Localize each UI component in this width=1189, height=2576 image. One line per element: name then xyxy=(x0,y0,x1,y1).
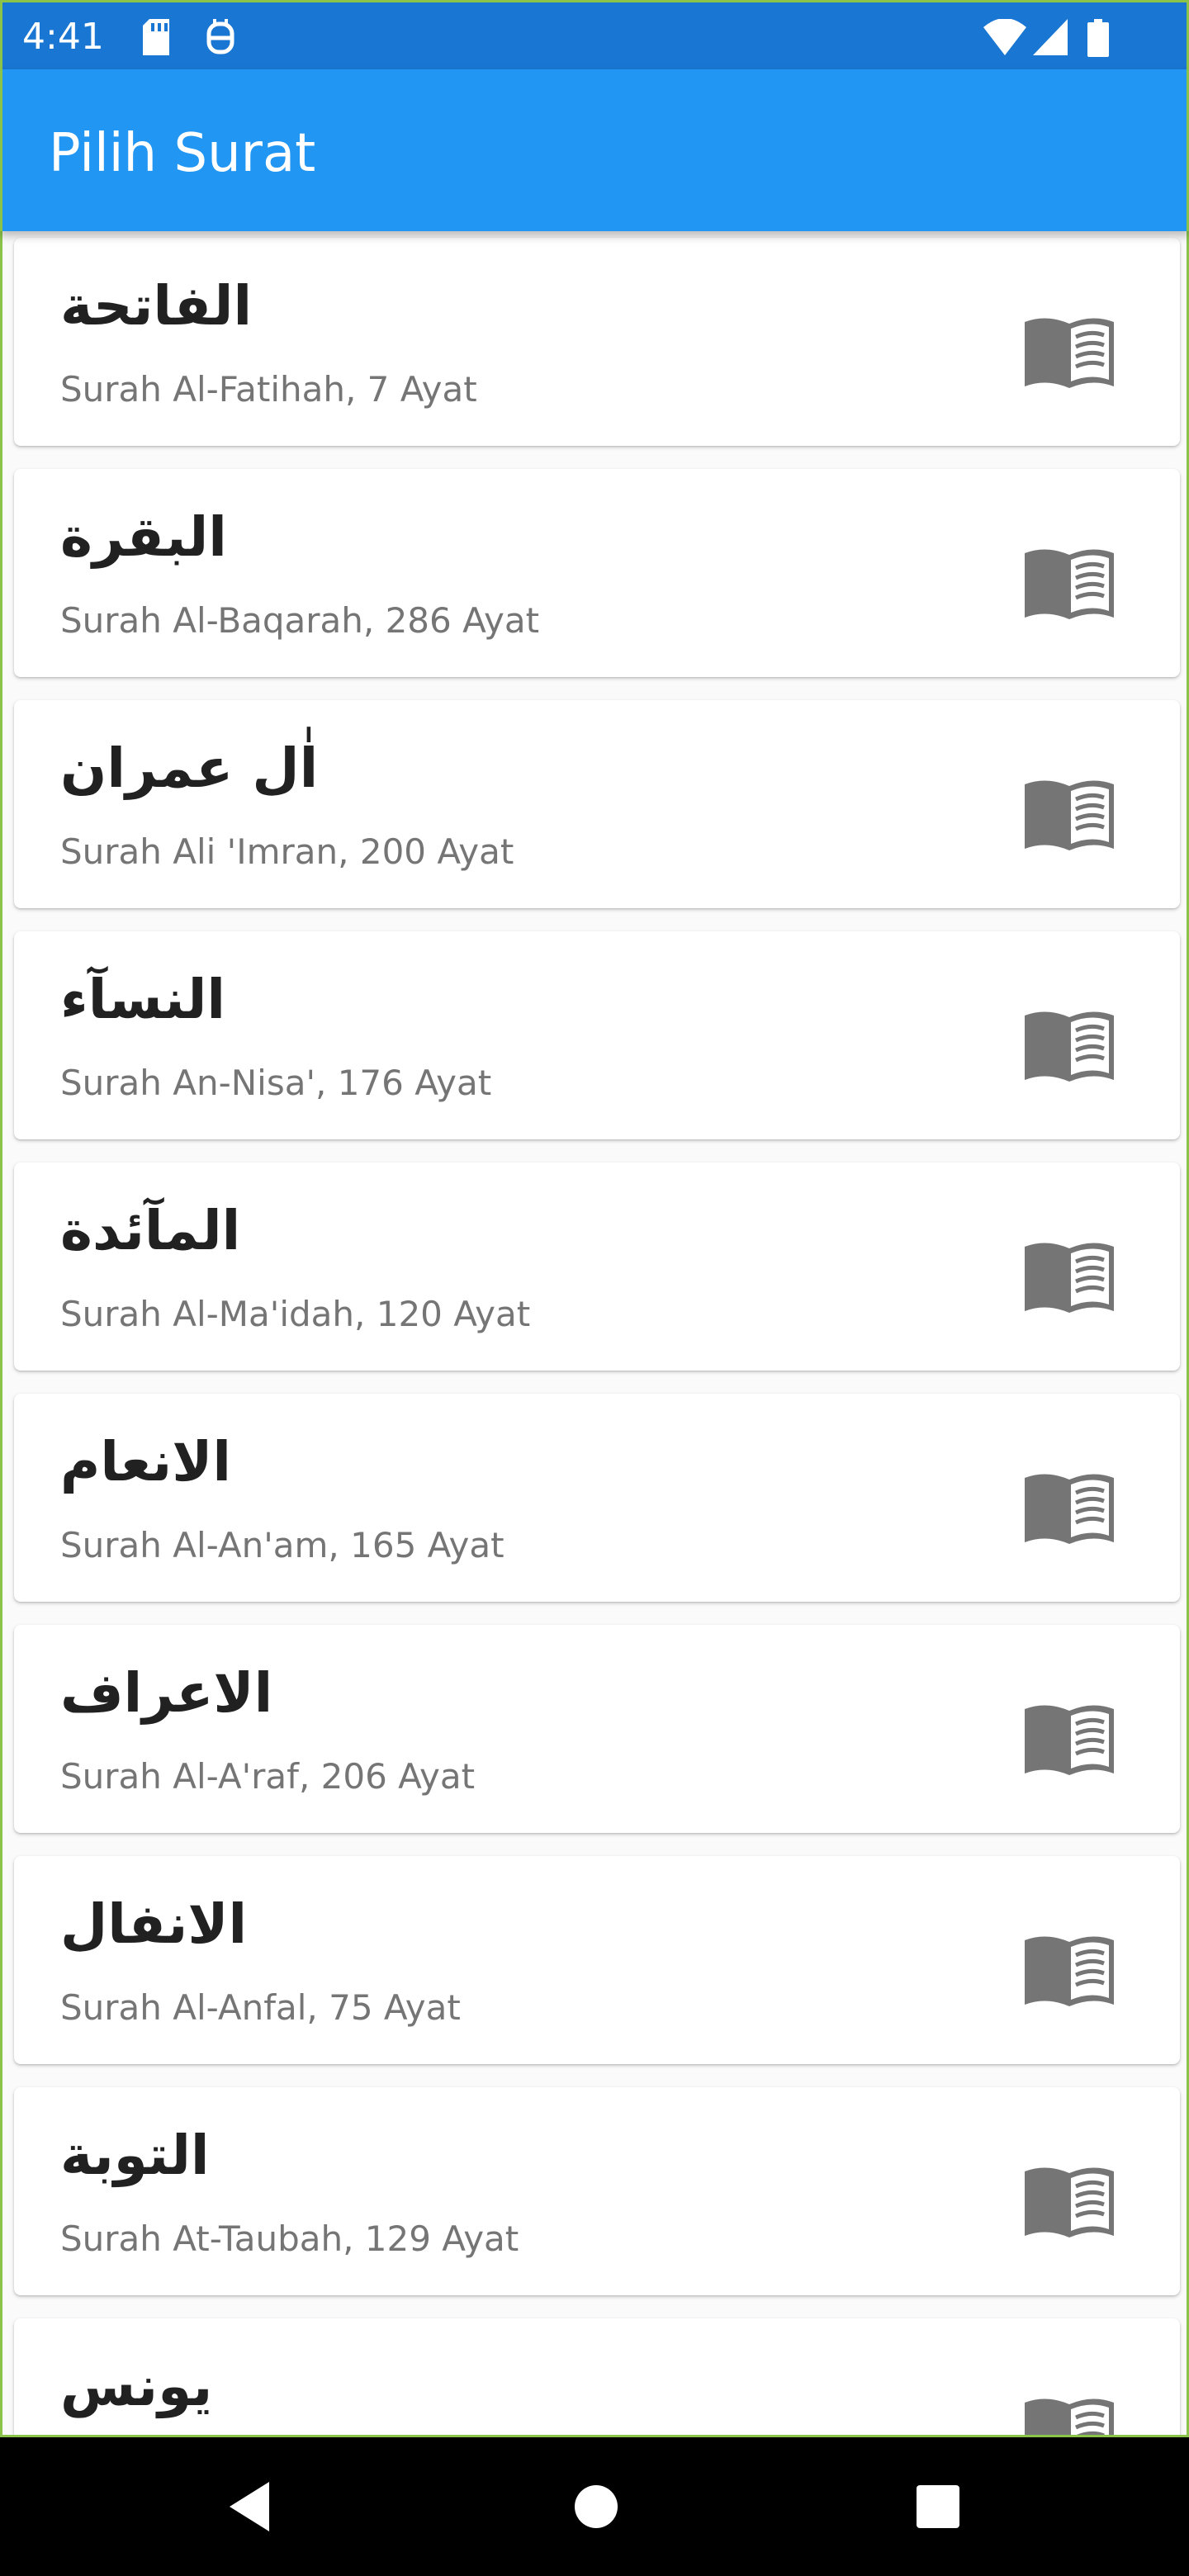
surah-latin-name: Surah Ali 'Imran, 200 Ayat xyxy=(60,831,514,872)
surah-arabic-name: المآئدة xyxy=(60,1199,241,1262)
back-icon[interactable] xyxy=(225,2479,274,2535)
book-icon xyxy=(1023,1470,1116,1544)
surah-arabic-name: الانعام xyxy=(60,1430,231,1494)
surah-card[interactable]: التوبة Surah At-Taubah, 129 Ayat xyxy=(14,2087,1180,2295)
surah-card[interactable]: الفاتحة Surah Al-Fatihah, 7 Ayat xyxy=(14,238,1180,446)
book-icon xyxy=(1023,1238,1116,1313)
surah-card[interactable]: الانفال Surah Al-Anfal, 75 Ayat xyxy=(14,1856,1180,2064)
book-icon xyxy=(1023,776,1116,850)
surah-arabic-name: التوبة xyxy=(60,2124,210,2187)
surah-card[interactable]: المآئدة Surah Al-Ma'idah, 120 Ayat xyxy=(14,1163,1180,1371)
page-title: Pilih Surat xyxy=(49,123,316,184)
robot-icon xyxy=(206,19,234,54)
navigation-bar xyxy=(0,2437,1189,2576)
home-icon[interactable] xyxy=(573,2479,619,2535)
surah-latin-name: Surah Al-Fatihah, 7 Ayat xyxy=(60,369,477,410)
surah-latin-name: Surah An-Nisa', 176 Ayat xyxy=(60,1063,492,1103)
signal-icon xyxy=(1033,19,1068,55)
sd-card-icon xyxy=(143,19,169,55)
book-icon xyxy=(1023,314,1116,388)
surah-list-container[interactable]: الفاتحة Surah Al-Fatihah, 7 Ayat البقرة Sur… xyxy=(0,231,1189,2437)
surah-card[interactable]: اٰل عمران Surah Ali 'Imran, 200 Ayat xyxy=(14,700,1180,908)
surah-latin-name: Surah Al-Anfal, 75 Ayat xyxy=(60,1987,461,2028)
surah-arabic-name: اٰل عمران xyxy=(60,736,319,800)
app-bar: Pilih Surat xyxy=(0,69,1189,231)
surah-arabic-name: النسآء xyxy=(60,968,226,1031)
surah-arabic-name: البقرة xyxy=(60,505,227,569)
status-time: 4:41 xyxy=(22,16,104,58)
wifi-icon xyxy=(983,19,1026,55)
status-bar: 4:41 xyxy=(0,0,1189,69)
battery-icon xyxy=(1087,19,1109,57)
surah-latin-name: Surah Al-Baqarah, 286 Ayat xyxy=(60,600,540,641)
surah-card[interactable]: الانعام Surah Al-An'am, 165 Ayat xyxy=(14,1394,1180,1602)
surah-card[interactable]: يونس xyxy=(14,2318,1180,2435)
surah-latin-name: Surah Al-An'am, 165 Ayat xyxy=(60,1525,504,1565)
book-icon xyxy=(1023,1701,1116,1775)
surah-latin-name: Surah Al-A'raf, 206 Ayat xyxy=(60,1756,476,1797)
surah-card[interactable]: النسآء Surah An-Nisa', 176 Ayat xyxy=(14,931,1180,1139)
surah-arabic-name: الفاتحة xyxy=(60,274,253,338)
surah-arabic-name: الاعراف xyxy=(60,1661,273,1725)
book-icon xyxy=(1023,1007,1116,1082)
surah-latin-name: Surah Al-Ma'idah, 120 Ayat xyxy=(60,1294,531,1334)
book-icon xyxy=(1023,2394,1116,2435)
book-icon xyxy=(1023,545,1116,619)
surah-arabic-name: الانفال xyxy=(60,1892,248,1956)
surah-card[interactable]: البقرة Surah Al-Baqarah, 286 Ayat xyxy=(14,469,1180,677)
recents-icon[interactable] xyxy=(915,2479,961,2535)
surah-arabic-name: يونس xyxy=(60,2355,213,2418)
book-icon xyxy=(1023,1932,1116,2006)
surah-card[interactable]: الاعراف Surah Al-A'raf, 206 Ayat xyxy=(14,1625,1180,1833)
book-icon xyxy=(1023,2163,1116,2237)
surah-latin-name: Surah At-Taubah, 129 Ayat xyxy=(60,2218,519,2259)
